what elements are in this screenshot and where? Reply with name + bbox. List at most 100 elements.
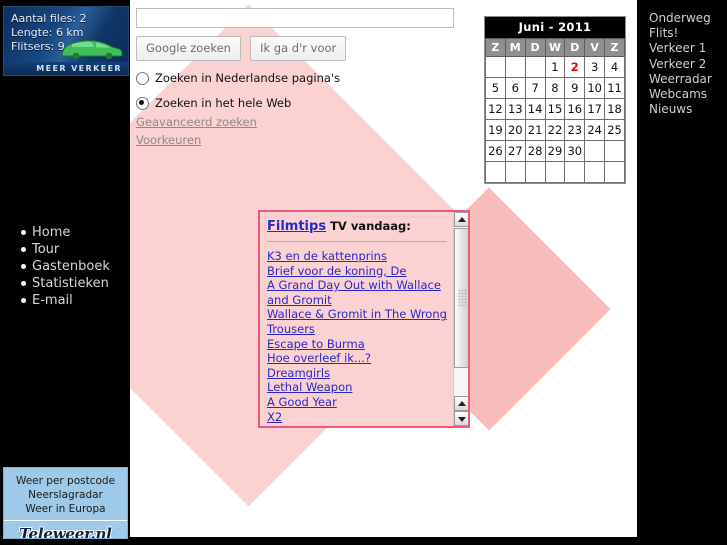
sidebar-item-email[interactable]: E-mail [21, 292, 110, 309]
calendar-title: Juni - 2011 [485, 17, 625, 38]
sidebar-item-statistieken[interactable]: Statistieken [21, 275, 110, 292]
calendar-week-row: 19 20 21 22 23 24 25 [485, 119, 625, 141]
sidebar-item-home[interactable]: Home [21, 224, 110, 241]
right-nav-item-onderweg[interactable]: Onderweg [649, 11, 727, 26]
calendar-day[interactable]: 5 [485, 77, 506, 99]
sidebar-item-label: Statistieken [32, 276, 109, 291]
calendar-day[interactable]: 12 [485, 98, 506, 120]
filmtips-link[interactable]: Dreamgirls [267, 366, 330, 380]
filmtips-list-item: K3 en de kattenprins [267, 249, 453, 264]
calendar-day[interactable]: 26 [485, 140, 506, 162]
calendar-weekday: M [504, 38, 526, 57]
right-nav-label: Nieuws [649, 102, 693, 117]
calendar-weekday: W [544, 38, 566, 57]
right-nav: Onderweg Flits! Verkeer 1 Verkeer 2 Weer… [637, 0, 727, 117]
google-search-button[interactable]: Google zoeken [136, 36, 241, 61]
right-nav-item-weerradar[interactable]: Weerradar [649, 72, 727, 87]
calendar-day-today[interactable]: 2 [564, 56, 586, 78]
traffic-widget[interactable]: Aantal files: 2 Lengte: 6 km Flitsers: 9… [3, 6, 129, 76]
traffic-widget-footer[interactable]: MEER VERKEER [4, 62, 128, 75]
calendar-day-empty [485, 56, 506, 78]
filmtips-divider [267, 241, 447, 242]
search-input[interactable] [136, 8, 454, 28]
calendar-day[interactable]: 9 [564, 77, 586, 99]
scrollbar-up-button-bottom[interactable] [454, 396, 468, 411]
calendar-day-empty [564, 161, 586, 183]
calendar-day[interactable]: 7 [524, 77, 546, 99]
scrollbar-thumb[interactable] [454, 228, 468, 368]
calendar-day[interactable]: 19 [485, 119, 506, 141]
calendar-day[interactable]: 8 [544, 77, 566, 99]
calendar-day-empty [544, 161, 566, 183]
calendar-day[interactable]: 29 [544, 140, 566, 162]
calendar-day-empty [524, 56, 546, 78]
calendar-day[interactable]: 23 [564, 119, 586, 141]
filmtips-list-item: X2 [267, 410, 453, 425]
right-nav-label: Onderweg [649, 11, 711, 25]
calendar-day[interactable]: 6 [504, 77, 526, 99]
filmtips-scrollbar[interactable] [453, 212, 468, 426]
right-nav-item-verkeer-2[interactable]: Verkeer 2 [649, 57, 727, 72]
calendar-day[interactable]: 14 [524, 98, 546, 120]
right-nav-label: Weerradar [649, 71, 712, 86]
sidebar-item-tour[interactable]: Tour [21, 241, 110, 258]
filmtips-link[interactable]: X2 [267, 410, 282, 424]
calendar-day[interactable]: 21 [524, 119, 546, 141]
right-nav-item-flits[interactable]: Flits! [649, 26, 727, 41]
right-nav-item-webcams[interactable]: Webcams [649, 87, 727, 102]
weather-link-neerslagradar[interactable]: Neerslagradar [4, 488, 127, 502]
filmtips-link[interactable]: Lethal Weapon [267, 380, 352, 394]
calendar-day[interactable]: 10 [584, 77, 606, 99]
calendar-day[interactable]: 17 [584, 98, 606, 120]
sidebar-item-label: Gastenboek [32, 259, 110, 274]
calendar-day[interactable]: 18 [604, 98, 625, 120]
sidebar-item-label: Tour [32, 242, 60, 257]
filmtips-list-item: Wallace & Gromit in The Wrong Trousers [267, 307, 453, 336]
sidebar-item-gastenboek[interactable]: Gastenboek [21, 258, 110, 275]
calendar-body: 1 2 3 4 5 6 7 8 9 10 11 12 13 14 15 16 17 18 19 20 21 22 23 24 2… [485, 56, 625, 183]
weather-link-europa[interactable]: Weer in Europa [4, 502, 127, 516]
right-nav-item-nieuws[interactable]: Nieuws [649, 102, 727, 117]
calendar-day[interactable]: 3 [584, 56, 606, 78]
right-sidebar: Onderweg Flits! Verkeer 1 Verkeer 2 Weer… [637, 0, 727, 545]
filmtips-link[interactable]: Escape to Burma [267, 337, 365, 351]
calendar-weekday: V [584, 38, 606, 57]
sidebar-item-label: E-mail [32, 293, 73, 308]
calendar-day[interactable]: 15 [544, 98, 566, 120]
filmtips-link[interactable]: Hoe overleef ik...? [267, 351, 371, 365]
radio-icon[interactable] [136, 71, 149, 85]
filmtips-heading-link[interactable]: Filmtips [267, 219, 326, 234]
page-root: Aantal files: 2 Lengte: 6 km Flitsers: 9… [0, 0, 727, 545]
filmtips-link[interactable]: K3 en de kattenprins [267, 249, 387, 263]
feeling-lucky-button[interactable]: Ik ga d'r voor [250, 36, 347, 61]
calendar-day[interactable]: 20 [504, 119, 526, 141]
filmtips-link[interactable]: Brief voor de koning, De [267, 264, 406, 278]
calendar-weekday: D [524, 38, 546, 57]
calendar-day[interactable]: 13 [504, 98, 526, 120]
calendar-day[interactable]: 4 [604, 56, 625, 78]
calendar-day[interactable]: 25 [604, 119, 625, 141]
filmtips-link[interactable]: A Good Year [267, 395, 337, 409]
calendar-day[interactable]: 28 [524, 140, 546, 162]
sidebar-item-label: Home [32, 225, 71, 240]
main-content: Google zoeken Ik ga d'r voor Zoeken in N… [130, 0, 637, 537]
calendar-day[interactable]: 11 [604, 77, 625, 99]
calendar-week-row: 12 13 14 15 16 17 18 [485, 98, 625, 120]
right-nav-item-verkeer-1[interactable]: Verkeer 1 [649, 41, 727, 56]
chevron-down-icon [457, 416, 466, 422]
scrollbar-down-button[interactable] [454, 411, 468, 426]
filmtips-link[interactable]: A Grand Day Out with Wallace and Gromit [267, 278, 441, 307]
weather-widget[interactable]: Weer per postcode Neerslagradar Weer in … [3, 467, 128, 539]
scrollbar-up-button-top[interactable] [454, 212, 468, 227]
weather-link-postcode[interactable]: Weer per postcode [4, 474, 127, 488]
calendar-day[interactable]: 22 [544, 119, 566, 141]
teleweer-logo[interactable]: Teleweer.nl [4, 521, 127, 538]
calendar-day-empty [524, 161, 546, 183]
calendar-day[interactable]: 1 [544, 56, 566, 78]
calendar-day[interactable]: 30 [564, 140, 586, 162]
calendar-day[interactable]: 24 [584, 119, 606, 141]
calendar-day[interactable]: 27 [504, 140, 526, 162]
calendar-day[interactable]: 16 [564, 98, 586, 120]
radio-icon-selected[interactable] [136, 96, 149, 110]
filmtips-link[interactable]: Wallace & Gromit in The Wrong Trousers [267, 307, 447, 336]
